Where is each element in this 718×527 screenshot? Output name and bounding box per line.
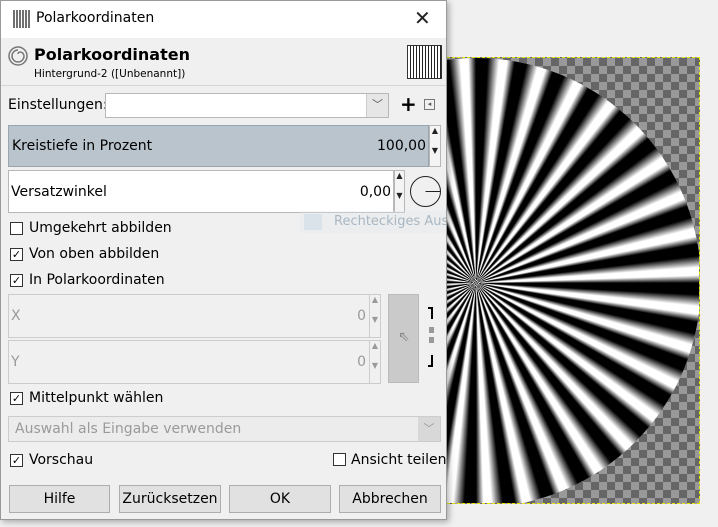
offset-angle-slider[interactable]: Versatzwinkel 0,00 bbox=[8, 170, 394, 213]
preview-label: Vorschau bbox=[29, 452, 94, 468]
image-canvas[interactable] bbox=[447, 57, 700, 504]
settings-combo[interactable]: ﹀ bbox=[105, 93, 389, 118]
pointer-icon: ⇖ bbox=[398, 329, 410, 345]
settings-label: Einstellungen: bbox=[8, 97, 108, 113]
x-field[interactable]: X 0 ▲ ▼ bbox=[8, 294, 381, 338]
x-label: X bbox=[11, 308, 21, 324]
dialog-heading: Polarkoordinaten bbox=[34, 45, 190, 64]
cancel-button[interactable]: Abbrechen bbox=[339, 485, 441, 513]
layer-subtitle: Hintergrund-2 ([Unbenannt]) bbox=[34, 68, 186, 80]
circle-depth-label: Kreistiefe in Prozent bbox=[12, 138, 153, 154]
polar-label: In Polarkoordinaten bbox=[29, 272, 165, 288]
offset-angle-label: Versatzwinkel bbox=[11, 184, 107, 200]
window-title: Polarkoordinaten bbox=[36, 10, 155, 26]
chain-link-icon[interactable] bbox=[428, 307, 435, 369]
from-top-checkbox[interactable]: ✓ bbox=[10, 248, 23, 261]
angle-dial-icon[interactable] bbox=[409, 175, 442, 208]
layer-thumbnail bbox=[407, 45, 442, 79]
y-field[interactable]: Y 0 ▲ ▼ bbox=[8, 340, 381, 384]
chevron-down-icon[interactable]: ﹀ bbox=[418, 417, 440, 441]
inverse-label: Umgekehrt abbilden bbox=[29, 220, 172, 236]
center-checkbox[interactable]: ✓ bbox=[10, 392, 23, 405]
title-bar: Polarkoordinaten ✕ bbox=[1, 1, 446, 38]
close-icon[interactable]: ✕ bbox=[414, 6, 431, 30]
y-label: Y bbox=[11, 354, 20, 370]
selection-combo[interactable]: Auswahl als Eingabe verwenden ﹀ bbox=[8, 416, 441, 442]
spiral-icon bbox=[8, 46, 28, 66]
circle-depth-slider[interactable]: Kreistiefe in Prozent 100,00 bbox=[8, 125, 429, 167]
circle-depth-value: 100,00 bbox=[377, 138, 426, 154]
pick-point-button[interactable]: ⇖ bbox=[388, 294, 419, 383]
plus-icon[interactable]: + bbox=[400, 92, 417, 116]
inverse-checkbox[interactable] bbox=[10, 222, 23, 235]
app-icon bbox=[13, 10, 30, 28]
polar-preview-image bbox=[447, 58, 699, 503]
menu-left-icon[interactable]: ◂ bbox=[424, 99, 435, 110]
reset-button[interactable]: Zurücksetzen bbox=[119, 485, 221, 513]
preview-checkbox[interactable]: ✓ bbox=[10, 454, 23, 467]
polar-dialog: Polarkoordinaten ✕ Polarkoordinaten Hint… bbox=[0, 0, 447, 520]
help-button[interactable]: Hilfe bbox=[9, 485, 110, 513]
circle-depth-spinner[interactable]: ▲ ▼ bbox=[429, 125, 441, 167]
chevron-down-icon[interactable]: ﹀ bbox=[366, 94, 388, 117]
split-view-label: Ansicht teilen bbox=[351, 452, 447, 468]
divider bbox=[1, 85, 446, 86]
offset-angle-value: 0,00 bbox=[359, 184, 391, 200]
split-view-checkbox[interactable] bbox=[333, 453, 346, 466]
ok-button[interactable]: OK bbox=[229, 485, 331, 513]
x-spinner[interactable]: ▲ ▼ bbox=[369, 295, 380, 337]
from-top-label: Von oben abbilden bbox=[29, 246, 160, 262]
polar-checkbox[interactable]: ✓ bbox=[10, 274, 23, 287]
y-spinner[interactable]: ▲ ▼ bbox=[369, 341, 380, 383]
selection-combo-value: Auswahl als Eingabe verwenden bbox=[15, 421, 242, 437]
y-value: 0 bbox=[357, 354, 366, 370]
offset-angle-spinner[interactable]: ▲ ▼ bbox=[394, 170, 405, 213]
center-label: Mittelpunkt wählen bbox=[29, 390, 164, 406]
x-value: 0 bbox=[357, 308, 366, 324]
background-tooltip: Rechteckiges Aus bbox=[300, 211, 446, 233]
